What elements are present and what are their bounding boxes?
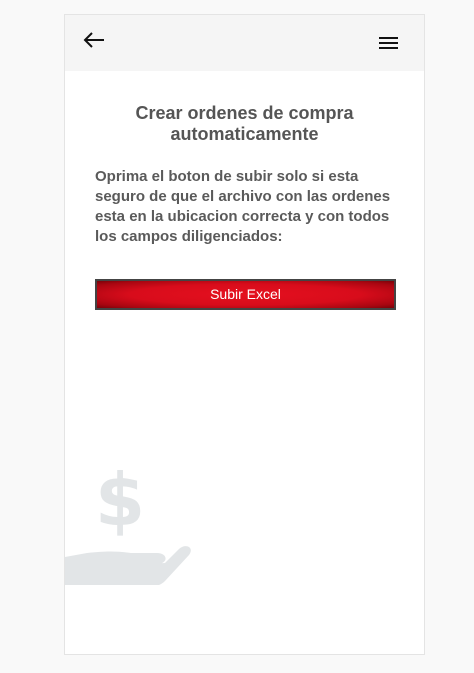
hamburger-menu-icon <box>379 37 398 49</box>
page-title: Crear ordenes de compra automaticamente <box>135 103 354 144</box>
top-bar <box>65 15 424 71</box>
upload-excel-button[interactable]: Subir Excel <box>95 279 396 310</box>
arrow-left-icon <box>83 32 104 48</box>
menu-button[interactable] <box>378 33 400 53</box>
app-card: Crear ordenes de compra automaticamente … <box>64 14 425 655</box>
back-button[interactable] <box>82 29 106 51</box>
svg-text:$: $ <box>95 458 145 542</box>
hand-dollar-icon: $ <box>65 458 191 585</box>
instruction-text: Oprima el boton de subir solo si esta se… <box>95 168 391 245</box>
